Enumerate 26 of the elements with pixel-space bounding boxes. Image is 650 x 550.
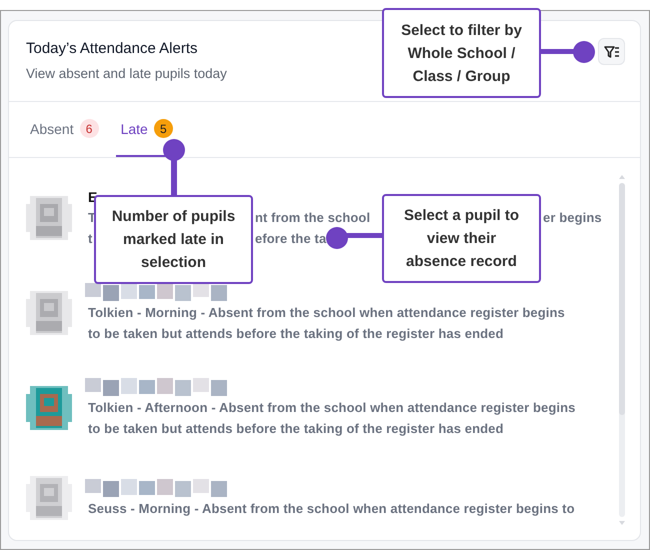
description-text: to be taken but attends before the taking of the register has ended	[88, 421, 504, 436]
description-text: Seuss - Morning - Absent from the school when attendance register begins to	[88, 500, 575, 516]
leader-line	[163, 139, 185, 196]
description-text: to be taken but attends before the taking of the register has ended	[88, 326, 504, 341]
pupil-row[interactable]: Tolkien - Afternoon - Absent from the school when attendance register begins to be taken but attends before the taking of the register has ended	[9, 377, 640, 439]
count-badge: 5	[154, 119, 173, 138]
leader-line	[326, 227, 382, 249]
tab[interactable]: Absent 6	[25, 102, 104, 157]
description-text: efore the ta	[255, 230, 326, 248]
pupil-row[interactable]: Tolkien - Morning - Absent from the school when attendance register begins to be taken but attends before the taking of the register has ended	[9, 282, 640, 344]
count-badge: 6	[80, 119, 99, 138]
filter-button[interactable]	[598, 38, 625, 65]
description-text: nt from the school	[255, 209, 370, 227]
pupil-row[interactable]: Seuss - Morning - Absent from the school when attendance register begins to	[9, 472, 640, 524]
hint-tooltip: Number of pupils marked late in selection	[94, 195, 253, 284]
filter-icon	[604, 44, 620, 58]
hint-tooltip: Select to filter by Whole School / Class / Group	[382, 8, 541, 98]
card-subtitle: View absent and late pupils today	[26, 65, 227, 83]
leader-line	[540, 40, 596, 64]
hint-tooltip: Select a pupil to view their absence record	[382, 194, 541, 283]
description-text: t	[88, 230, 92, 248]
description-text: Tolkien - Afternoon - Absent from the school when attendance register begins	[88, 400, 576, 415]
description-text: Tolkien - Morning - Absent from the school when attendance register begins	[88, 305, 565, 320]
scrollbar[interactable]	[617, 175, 627, 525]
card-title: Today’s Attendance Alerts	[26, 39, 199, 59]
description-text: er begins	[543, 209, 602, 227]
